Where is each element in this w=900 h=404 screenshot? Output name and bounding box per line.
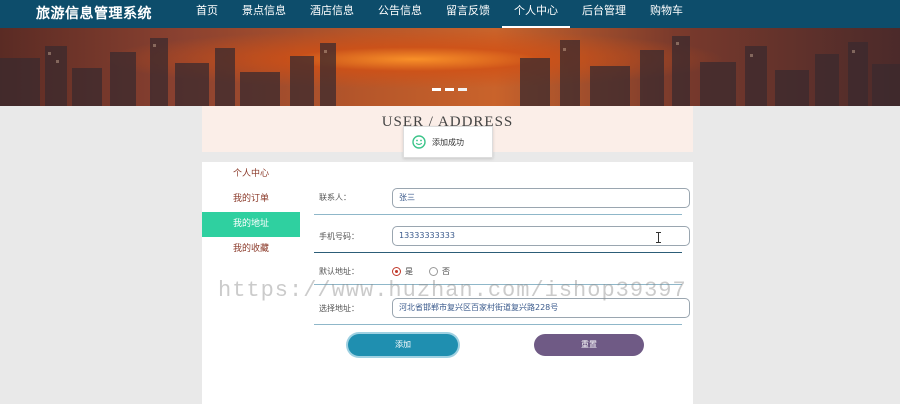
radio-yes[interactable]: [392, 267, 401, 276]
nav-cart[interactable]: 购物车: [638, 0, 695, 28]
sidebar-item-personal-center[interactable]: 个人中心: [202, 162, 300, 187]
banner-image: [0, 28, 900, 106]
nav-attractions[interactable]: 景点信息: [230, 0, 298, 28]
text-cursor-icon: [656, 232, 661, 243]
carousel-indicators: [432, 88, 467, 91]
sidebar: 个人中心 我的订单 我的地址 我的收藏: [202, 162, 300, 262]
default-address-label: 默认地址：: [319, 267, 359, 276]
contact-label: 联系人：: [319, 193, 351, 202]
nav-feedback[interactable]: 留言反馈: [434, 0, 502, 28]
carousel-dot[interactable]: [445, 88, 454, 91]
sidebar-item-my-orders[interactable]: 我的订单: [202, 187, 300, 212]
top-navbar: 旅游信息管理系统 首页 景点信息 酒店信息 公告信息 留言反馈 个人中心 后台管…: [0, 0, 900, 28]
carousel-dot-active[interactable]: [458, 88, 467, 91]
toast-message: 添加成功: [432, 137, 464, 147]
sidebar-item-my-address[interactable]: 我的地址: [202, 212, 300, 237]
success-toast: 添加成功: [403, 126, 493, 158]
main-nav: 首页 景点信息 酒店信息 公告信息 留言反馈 个人中心 后台管理 购物车: [184, 0, 695, 28]
smile-icon: [412, 135, 426, 149]
default-radio-group: 是 否: [392, 266, 450, 277]
nav-home[interactable]: 首页: [184, 0, 230, 28]
site-brand[interactable]: 旅游信息管理系统: [36, 3, 152, 23]
radio-no[interactable]: [429, 267, 438, 276]
phone-label: 手机号码：: [319, 232, 359, 241]
row-divider: [314, 324, 682, 325]
watermark-text: https://www.huzhan.com/ishop39397: [218, 278, 687, 303]
radio-yes-label: 是: [405, 267, 413, 276]
nav-personal-center[interactable]: 个人中心: [502, 0, 570, 28]
contact-input[interactable]: 张三: [392, 188, 690, 208]
city-skyline-image: [0, 36, 900, 106]
nav-announcements[interactable]: 公告信息: [366, 0, 434, 28]
nav-admin[interactable]: 后台管理: [570, 0, 638, 28]
select-address-label: 选择地址：: [319, 304, 359, 313]
radio-no-label: 否: [442, 267, 450, 276]
nav-hotels[interactable]: 酒店信息: [298, 0, 366, 28]
reset-button[interactable]: 重置: [534, 334, 644, 356]
row-divider: [314, 252, 682, 253]
phone-input[interactable]: 13333333333: [392, 226, 690, 246]
add-button[interactable]: 添加: [348, 334, 458, 356]
sidebar-item-my-favorites[interactable]: 我的收藏: [202, 237, 300, 262]
row-divider: [314, 214, 682, 215]
carousel-dot[interactable]: [432, 88, 441, 91]
